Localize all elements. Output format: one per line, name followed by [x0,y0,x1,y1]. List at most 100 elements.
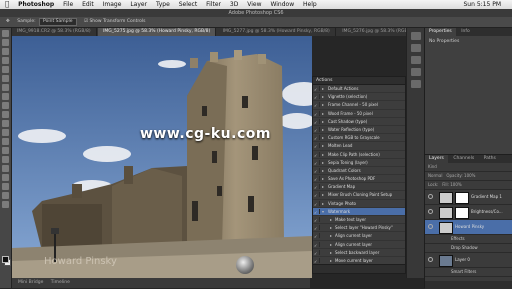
expand-triangle-icon[interactable]: ▸ [322,126,324,133]
tab-paths[interactable]: Paths [480,155,500,163]
action-set-row[interactable]: ✓ ▸ Mixer Brush Cloning Paint Setup [313,191,405,200]
expand-triangle-icon[interactable]: ▸ [322,191,324,198]
action-set-row[interactable]: ✓ ▸ Save As Photoshop PDF [313,175,405,184]
pen-tool-icon[interactable] [2,156,9,163]
clone-stamp-tool-icon[interactable] [2,102,9,109]
action-set-row[interactable]: ✓ ▸ Cast Shadow (type) [313,118,405,126]
fill-field[interactable]: Fill: 100% [442,182,461,187]
action-toggle-checkbox[interactable]: ✓ [314,192,320,198]
document-canvas[interactable] [12,36,312,278]
actions-panel-icon[interactable] [411,44,421,52]
action-toggle-checkbox[interactable]: ✓ [314,208,320,215]
menu-file[interactable]: File [63,0,73,9]
action-toggle-checkbox[interactable]: ✓ [314,241,320,248]
layer-row[interactable]: Layer 0 [425,253,512,268]
menu-filter[interactable]: Filter [206,0,221,9]
expand-triangle-icon[interactable]: ▸ [330,216,332,223]
expand-triangle-icon[interactable]: ▸ [322,85,324,92]
marquee-tool-icon[interactable] [2,39,9,46]
action-toggle-checkbox[interactable]: ✓ [314,249,320,256]
move-tool-icon[interactable]: ✥ [6,17,10,27]
brush-panel-icon[interactable] [411,56,421,64]
brush-tool-icon[interactable] [2,93,9,100]
action-set-row[interactable]: ✓ ▸ Custom RGB to Grayscale [313,134,405,143]
show-transform-checkbox[interactable]: ☑ [84,17,88,27]
blur-tool-icon[interactable] [2,138,9,145]
shape-tool-icon[interactable] [2,183,9,190]
type-tool-icon[interactable] [2,165,9,172]
hand-tool-icon[interactable] [2,192,9,199]
sample-select[interactable]: Point Sample [39,18,77,26]
action-toggle-checkbox[interactable]: ✓ [314,143,320,149]
expand-triangle-icon[interactable]: ▸ [322,167,324,174]
expand-triangle-icon[interactable]: ▸ [322,183,324,190]
action-set-row[interactable]: ✓ ▸ Sepia Toning (layer) [313,159,405,167]
zoom-tool-icon[interactable] [2,201,9,208]
foreground-color-swatch[interactable] [2,256,9,263]
eyedropper-tool-icon[interactable] [2,75,9,82]
opacity-field[interactable]: Opacity: 100% [446,173,475,178]
action-set-row[interactable]: ✓ ▸ Gradient Map [313,183,405,192]
menu-layer[interactable]: Layer [130,0,147,9]
tab-properties[interactable]: Properties [425,28,456,36]
move-tool-icon[interactable] [2,30,9,37]
history-brush-tool-icon[interactable] [2,111,9,118]
action-step-row[interactable]: ✓ ▸ Align current layer [313,232,405,241]
menu-edit[interactable]: Edit [82,0,94,9]
doc-tab-active[interactable]: IMG_5275.jpg @ 58.3% (Howard Pinsky, RGB… [98,28,217,36]
menu-type[interactable]: Type [156,0,170,9]
menu-app-name[interactable]: Photoshop [18,0,54,9]
layer-row[interactable]: Gradient Map 1 [425,190,512,205]
layer-effects-label[interactable]: Effects [425,235,512,244]
menubar-clock[interactable]: Sun 5:15 PM [464,0,502,9]
expand-triangle-icon[interactable]: ▸ [330,249,332,256]
expand-triangle-icon[interactable]: ▾ [322,208,324,215]
expand-triangle-icon[interactable]: ▸ [330,224,332,231]
dodge-tool-icon[interactable] [2,147,9,154]
action-toggle-checkbox[interactable]: ✓ [314,200,320,207]
gradient-tool-icon[interactable] [2,129,9,136]
actions-panel-title[interactable]: Actions [313,77,405,85]
expand-triangle-icon[interactable]: ▸ [322,134,324,141]
visibility-eye-icon[interactable] [428,194,433,199]
action-toggle-checkbox[interactable]: ✓ [314,126,320,133]
expand-triangle-icon[interactable]: ▸ [322,151,324,158]
smart-filters-label[interactable]: Smart Filters [425,268,512,277]
action-set-row[interactable]: ✓ ▾ Watermark [313,207,405,216]
menu-select[interactable]: Select [179,0,198,9]
action-set-row[interactable]: ✓ ▸ Molten Lead [313,142,405,151]
visibility-eye-icon[interactable] [428,257,433,262]
action-toggle-checkbox[interactable]: ✓ [314,110,320,117]
action-toggle-checkbox[interactable]: ✓ [314,135,320,141]
expand-triangle-icon[interactable]: ▸ [322,93,324,100]
action-toggle-checkbox[interactable]: ✓ [314,159,320,166]
blend-mode-select[interactable]: Normal [428,173,442,178]
tab-info[interactable]: Info [457,28,474,36]
visibility-eye-icon[interactable] [428,224,433,229]
history-panel-icon[interactable] [411,32,421,40]
layer-row-selected[interactable]: Howard Pinsky [425,220,512,235]
tab-layers[interactable]: Layers [425,155,448,163]
action-toggle-checkbox[interactable]: ✓ [314,233,320,239]
doc-tab[interactable]: IMG_9918.CR2 @ 58.3% (RGB/8) [12,28,97,36]
apple-icon[interactable]:  [5,0,9,9]
action-step-row[interactable]: ✓ ▸ Select backward layer [313,249,405,257]
action-set-row[interactable]: ✓ ▸ Vignette (selection) [313,93,405,102]
action-toggle-checkbox[interactable]: ✓ [314,94,320,100]
kind-filter-select[interactable]: Kind [428,164,437,169]
paragraph-panel-icon[interactable] [411,80,421,88]
path-select-tool-icon[interactable] [2,174,9,181]
action-toggle-checkbox[interactable]: ✓ [314,151,320,158]
character-panel-icon[interactable] [411,68,421,76]
healing-brush-tool-icon[interactable] [2,84,9,91]
doc-tab[interactable]: IMG_5277.jpg @ 58.3% (Howard Pinsky, RGB… [218,28,336,36]
action-set-row[interactable]: ✓ ▸ Water Reflection (type) [313,126,405,135]
crop-tool-icon[interactable] [2,66,9,73]
tab-channels[interactable]: Channels [449,155,478,163]
menu-view[interactable]: View [247,0,261,9]
action-step-row[interactable]: ✓ ▸ Make text layer [313,216,405,225]
action-set-row[interactable]: ✓ ▸ Make Clip Path (selection) [313,151,405,159]
action-set-row[interactable]: ✓ ▸ Quadrant Colors [313,167,405,176]
layer-effect-drop-shadow[interactable]: Drop Shadow [425,244,512,253]
visibility-eye-icon[interactable] [428,209,433,214]
